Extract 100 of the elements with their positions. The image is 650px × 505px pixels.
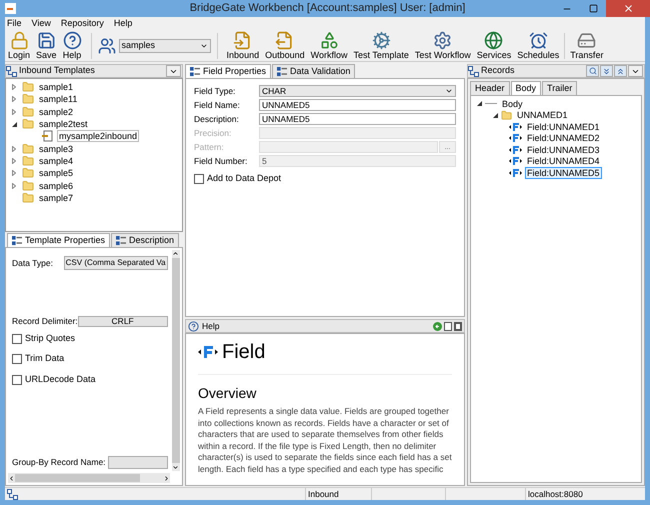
scroll-right-icon	[163, 474, 170, 482]
data-type-select[interactable]: CSV (Comma Separated Va	[64, 256, 168, 270]
collapsed-arrow-icon[interactable]	[12, 84, 16, 90]
horizontal-scrollbar[interactable]	[8, 473, 170, 483]
field-icon	[198, 345, 218, 359]
folder-icon	[22, 142, 34, 155]
checkbox-label: Add to Data Depot	[207, 172, 282, 185]
toolbar-button[interactable]: Save	[33, 30, 60, 60]
shapes-icon	[320, 30, 339, 50]
app-icon	[5, 3, 16, 14]
tree-item[interactable]: sample7	[37, 192, 76, 204]
tab[interactable]: Header	[470, 81, 510, 95]
document-arrow-icon	[275, 30, 294, 50]
folder-icon	[22, 154, 34, 167]
close-button[interactable]	[606, 0, 650, 17]
checkbox[interactable]	[12, 354, 22, 364]
back-icon[interactable]	[433, 322, 442, 330]
expanded-arrow-icon[interactable]	[493, 112, 498, 118]
toolbar-button[interactable]: Test Workflow	[412, 30, 474, 60]
collapsed-arrow-icon[interactable]	[12, 158, 16, 164]
scroll-left-icon	[8, 474, 15, 482]
toolbar-button[interactable]: Login	[5, 30, 34, 60]
tree-item[interactable]: Field:UNNAMED4	[525, 155, 602, 167]
text-field[interactable]: UNNAMED5	[259, 113, 456, 126]
delimiter-button[interactable]: CRLF	[78, 316, 168, 327]
field-icon	[509, 133, 522, 143]
properties-icon	[277, 66, 288, 76]
help-paragraph: A Field represents a single data value. Fields are grouped together into collections known as records. Fields have a character or set of characters that are used to separate themselves from other fields within a record. If the file type is Fixed Length, then no delimiter character(s) is used to separate the fields since each field has a set length. Each field has a type specified and each type has specific	[198, 406, 452, 475]
tree-item[interactable]: mysample2inbound	[57, 130, 140, 142]
maximize-button[interactable]	[454, 322, 462, 330]
tab[interactable]: Body	[510, 81, 542, 95]
toolbar-button[interactable]: Outbound	[262, 30, 308, 60]
checkbox[interactable]	[12, 374, 22, 384]
drive-icon	[577, 30, 596, 50]
tree-item[interactable]: sample11	[37, 93, 80, 106]
folder-icon	[501, 110, 512, 120]
tree-item[interactable]: sample3	[37, 142, 76, 155]
expand-all-button[interactable]	[600, 65, 613, 77]
document-arrow-icon	[233, 30, 252, 50]
tab[interactable]: Template Properties	[7, 233, 110, 247]
checkbox-label: URLDecode Data	[25, 372, 96, 386]
tree-item[interactable]: Field:UNNAMED1	[525, 120, 602, 132]
field-label: Field Type:	[194, 84, 236, 98]
tree-item[interactable]: sample6	[37, 180, 76, 192]
collapsed-arrow-icon[interactable]	[12, 170, 16, 176]
tree-item[interactable]: Field:UNNAMED5	[525, 166, 602, 178]
tree-item[interactable]: sample2test	[37, 118, 90, 130]
tree-item[interactable]: sample5	[37, 167, 76, 180]
search-button[interactable]	[586, 65, 599, 77]
alarm-clock-icon	[528, 30, 548, 50]
dropdown-button[interactable]	[628, 65, 643, 77]
expanded-arrow-icon[interactable]	[477, 101, 482, 106]
account-select[interactable]: samples	[118, 38, 211, 52]
tree-item[interactable]: Field:UNNAMED3	[525, 144, 602, 156]
field-type-select[interactable]: CHAR	[259, 85, 456, 98]
tree-item[interactable]: sample4	[37, 154, 76, 167]
text-field[interactable]: UNNAMED5	[259, 99, 456, 112]
field-label: Group-By Record Name:	[12, 456, 106, 469]
tree-item[interactable]: sample1	[37, 81, 76, 94]
toolbar-button[interactable]: Inbound	[224, 30, 262, 60]
dropdown-button[interactable]	[166, 65, 181, 77]
tree-item[interactable]: sample2	[37, 106, 76, 118]
users-icon	[98, 36, 116, 54]
collapsed-arrow-icon[interactable]	[12, 108, 16, 115]
field-icon	[509, 144, 522, 154]
tree-item[interactable]: Body	[500, 98, 525, 110]
tab[interactable]: Description	[111, 233, 180, 247]
checkbox[interactable]	[194, 174, 204, 184]
toolbar-button[interactable]: Help	[60, 30, 85, 60]
vertical-scrollbar[interactable]	[172, 250, 180, 471]
status-text: Inbound	[305, 488, 371, 500]
collapsed-arrow-icon[interactable]	[12, 96, 16, 102]
expanded-arrow-icon[interactable]	[12, 122, 17, 127]
toolbar-button[interactable]: Workflow	[308, 30, 350, 60]
gear-icon	[372, 30, 391, 50]
window-title: BridgeGate Workbench [Account:samples] User: [admin]	[190, 1, 466, 16]
folder-icon	[22, 180, 34, 192]
menu-item[interactable]: View	[32, 17, 51, 30]
toolbar-button[interactable]: Schedules	[514, 30, 562, 60]
menu-item[interactable]: Help	[114, 17, 132, 30]
toolbar-button[interactable]: Services	[474, 30, 514, 60]
collapse-all-button[interactable]	[614, 65, 627, 77]
toolbar-button[interactable]: Transfer	[567, 30, 606, 60]
toolbar-button[interactable]: Test Template	[350, 30, 412, 60]
folder-icon	[22, 81, 34, 94]
tab[interactable]: Trailer	[542, 81, 578, 95]
tree-item[interactable]: Field:UNNAMED2	[525, 132, 602, 144]
tree-item[interactable]: UNNAMED1	[515, 109, 570, 121]
tab[interactable]: Data Validation	[272, 64, 356, 78]
menu-item[interactable]: File	[7, 17, 22, 30]
menu-item[interactable]: Repository	[60, 17, 104, 30]
field-label: Record Delimiter:	[12, 315, 78, 328]
properties-icon	[116, 236, 126, 246]
folder-icon	[22, 93, 34, 106]
scroll-down-icon	[172, 464, 180, 471]
checkbox[interactable]	[12, 334, 22, 344]
collapsed-arrow-icon[interactable]	[12, 182, 16, 189]
tab[interactable]: Field Properties	[185, 64, 272, 78]
collapsed-arrow-icon[interactable]	[12, 146, 16, 152]
field-label: Pattern:	[194, 140, 225, 154]
